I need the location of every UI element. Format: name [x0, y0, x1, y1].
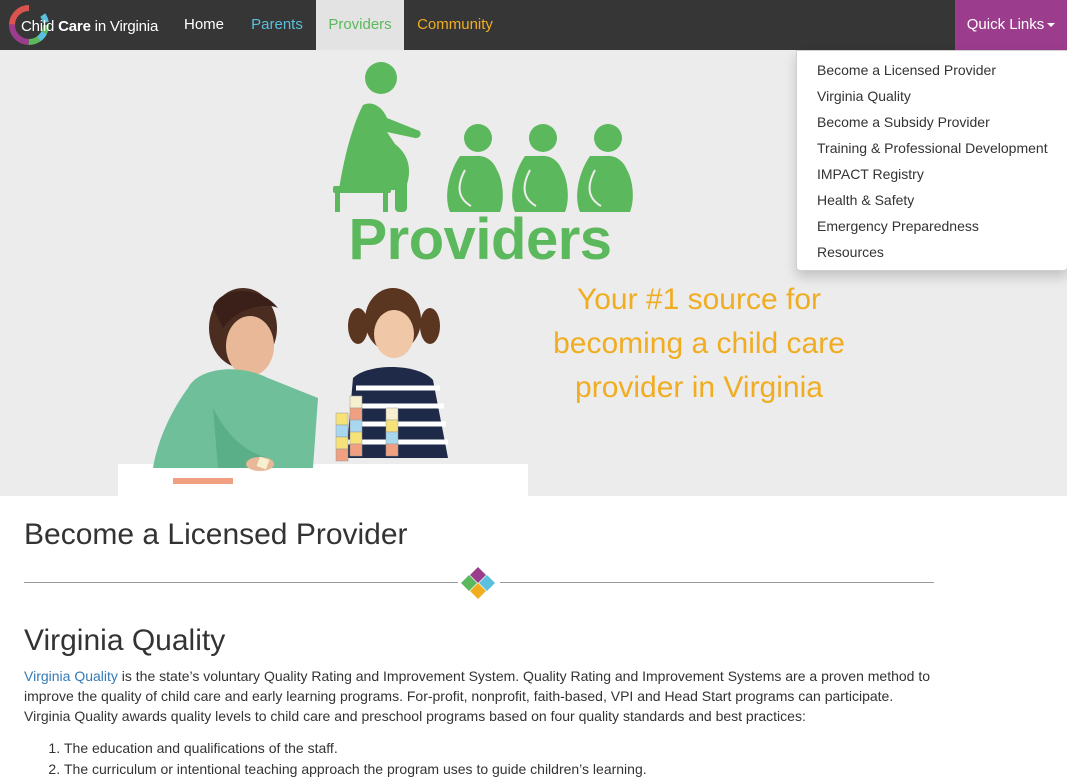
dropdown-item-emergency[interactable]: Emergency Preparedness [797, 213, 1067, 239]
site-logo[interactable]: Child Care in Virginia [8, 4, 168, 48]
virginia-quality-link[interactable]: Virginia Quality [24, 668, 118, 684]
dropdown-item-health-safety[interactable]: Health & Safety [797, 187, 1067, 213]
subsection-title: Virginia Quality [24, 624, 226, 657]
dropdown-item-resources[interactable]: Resources [797, 239, 1067, 265]
virginia-quality-paragraph: Virginia Quality is the state’s voluntar… [24, 666, 934, 726]
list-item: The education and qualifications of the … [64, 738, 647, 758]
caret-down-icon [1047, 23, 1056, 27]
logo-word-child: Child [21, 18, 55, 35]
dropdown-item-virginia-quality[interactable]: Virginia Quality [797, 83, 1067, 109]
logo-text: Child Care in Virginia [21, 18, 158, 35]
woman-and-girl-with-blocks-photo [118, 288, 528, 496]
section-divider [24, 566, 934, 600]
quick-links-button[interactable]: Quick Links [955, 0, 1067, 50]
quick-links-dropdown: Become a Licensed Provider Virginia Qual… [796, 50, 1067, 271]
hero-tagline: Your #1 source for becoming a child care… [553, 283, 845, 404]
section-title: Become a Licensed Provider [24, 518, 408, 551]
dropdown-item-subsidy-provider[interactable]: Become a Subsidy Provider [797, 109, 1067, 135]
nav-parents[interactable]: Parents [240, 0, 314, 50]
paragraph-text: is the state’s voluntary Quality Rating … [24, 668, 931, 724]
nav-home[interactable]: Home [170, 0, 238, 50]
nav-providers[interactable]: Providers [316, 0, 404, 50]
four-diamond-icon [461, 567, 495, 599]
logo-word-in-virginia: in Virginia [90, 18, 159, 35]
teacher-and-children-icon [333, 62, 633, 212]
logo-word-care: Care [58, 18, 91, 35]
dropdown-item-impact-registry[interactable]: IMPACT Registry [797, 161, 1067, 187]
top-navbar: Child Care in Virginia Home Parents Prov… [0, 0, 1067, 50]
dropdown-item-training[interactable]: Training & Professional Development [797, 135, 1067, 161]
quick-links-label: Quick Links [966, 16, 1045, 33]
hero-title: Providers [348, 207, 612, 272]
nav-community[interactable]: Community [405, 0, 505, 50]
quality-standards-list: The education and qualifications of the … [24, 738, 647, 780]
list-item: The curriculum or intentional teaching a… [64, 759, 647, 779]
dropdown-item-licensed-provider[interactable]: Become a Licensed Provider [797, 57, 1067, 83]
